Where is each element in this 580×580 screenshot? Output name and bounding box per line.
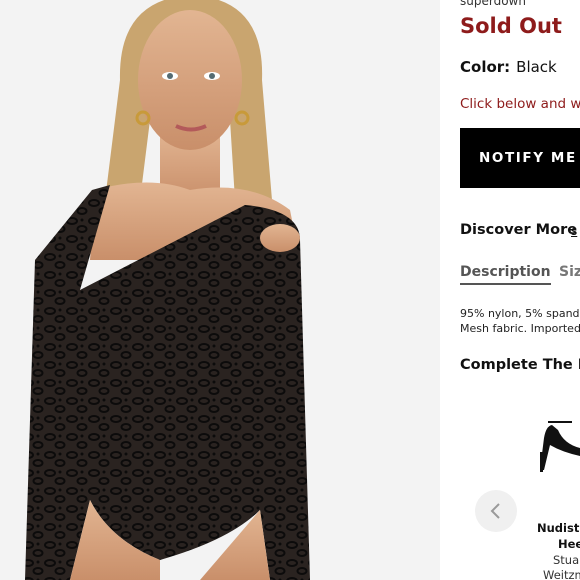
heel-product-image[interactable]	[532, 400, 580, 480]
product-info-panel: superdown Sold Out Color: Black Click bel…	[460, 0, 580, 580]
color-row: Color: Black	[460, 58, 557, 76]
product-photo-image	[0, 0, 440, 580]
color-value: Black	[516, 58, 557, 76]
notify-notice: Click below and we	[460, 96, 580, 112]
product-name[interactable]: Heel	[558, 537, 580, 551]
color-label: Color:	[460, 58, 511, 76]
chevron-left-icon	[490, 503, 500, 519]
stock-status: Sold Out	[460, 14, 562, 38]
carousel-prev-button[interactable]	[475, 490, 517, 532]
tab-size[interactable]: Siz	[559, 264, 580, 280]
description-line: Mesh fabric. Imported	[460, 322, 580, 335]
product-brand: Stuar	[553, 553, 580, 567]
notify-me-button[interactable]: NOTIFY ME /	[460, 128, 580, 188]
brand-name[interactable]: superdown	[460, 0, 526, 8]
product-brand: Weitzm	[543, 568, 580, 580]
discover-more-link[interactable]: s	[571, 224, 577, 238]
complete-the-look-title: Complete The Lo	[460, 357, 580, 373]
product-photo[interactable]	[0, 0, 440, 580]
product-name[interactable]: Nudists	[537, 521, 580, 535]
tab-description[interactable]: Description	[460, 264, 551, 285]
discover-more-label: Discover More	[460, 222, 578, 238]
description-line: 95% nylon, 5% spande	[460, 307, 580, 320]
